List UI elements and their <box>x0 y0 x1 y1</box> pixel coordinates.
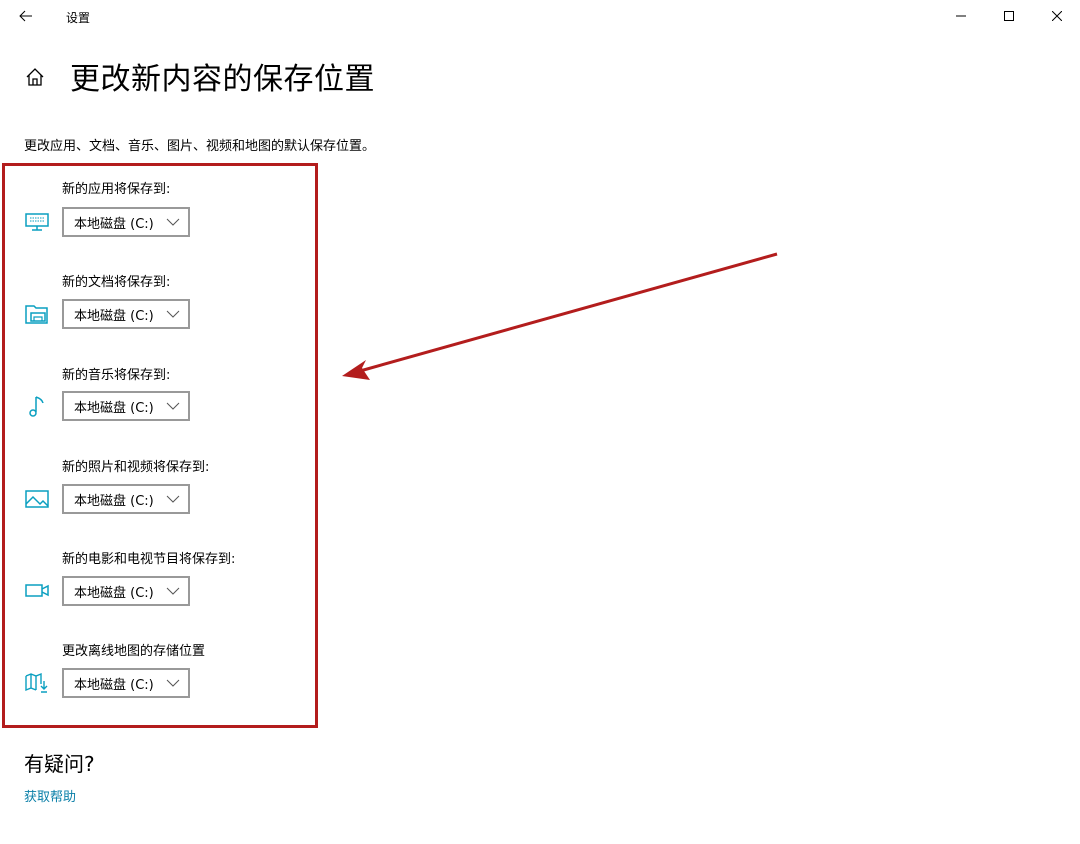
maximize-button[interactable] <box>986 0 1032 32</box>
highlight-box <box>2 163 318 728</box>
help-title: 有疑问? <box>24 752 95 776</box>
close-icon <box>1052 11 1062 21</box>
back-arrow-icon <box>19 10 32 22</box>
minimize-icon <box>956 15 966 17</box>
page-title: 更改新内容的保存位置 <box>70 62 375 97</box>
get-help-link[interactable]: 获取帮助 <box>24 786 76 805</box>
back-button[interactable] <box>14 4 38 28</box>
title-bar: 设置 <box>0 0 1080 32</box>
minimize-button[interactable] <box>938 0 984 32</box>
close-button[interactable] <box>1034 0 1080 32</box>
home-icon[interactable] <box>24 66 46 88</box>
page-description: 更改应用、文档、音乐、图片、视频和地图的默认保存位置。 <box>24 139 376 154</box>
app-title: 设置 <box>66 11 91 25</box>
maximize-icon <box>1004 11 1014 21</box>
